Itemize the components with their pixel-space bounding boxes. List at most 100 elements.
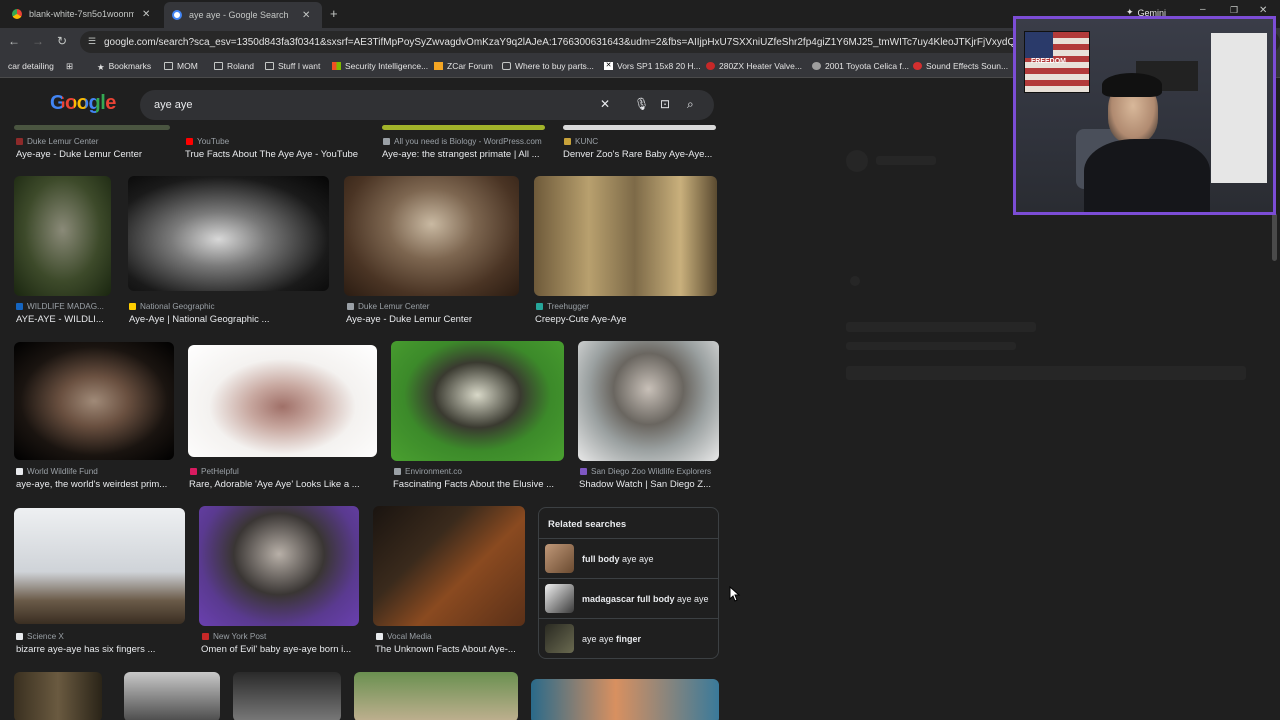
- bookmark-zcar[interactable]: ZCar Forum: [434, 61, 493, 71]
- new-tab-button[interactable]: +: [330, 6, 338, 21]
- result-title[interactable]: Aye-Aye | National Geographic ...: [129, 314, 329, 325]
- related-searches-heading: Related searches: [548, 519, 627, 530]
- google-favicon-icon: [172, 10, 182, 20]
- bookmark-roland[interactable]: Roland: [214, 61, 254, 71]
- image-result-thumbnail[interactable]: [14, 342, 174, 460]
- result-source[interactable]: Environment.co: [394, 467, 462, 476]
- search-icon[interactable]: ⌕: [687, 97, 694, 112]
- result-title[interactable]: Shadow Watch | San Diego Z...: [579, 479, 719, 490]
- door: [1211, 33, 1267, 183]
- result-source[interactable]: New York Post: [202, 632, 266, 641]
- result-source[interactable]: Vocal Media: [376, 632, 432, 641]
- image-result-thumbnail[interactable]: [188, 345, 377, 457]
- image-result-thumbnail[interactable]: [14, 176, 111, 296]
- close-tab-icon[interactable]: ✕: [142, 9, 150, 20]
- image-result-thumbnail[interactable]: [563, 125, 716, 130]
- bookmark-celica[interactable]: 2001 Toyota Celica f...: [812, 61, 909, 71]
- result-source[interactable]: Duke Lemur Center: [16, 137, 98, 146]
- result-source[interactable]: Science X: [16, 632, 64, 641]
- bookmark-where-to-buy[interactable]: Where to buy parts...: [502, 61, 594, 71]
- tab-blank-white[interactable]: blank-white-7sn5o1woonmklx ✕: [4, 4, 158, 24]
- clear-icon[interactable]: ✕: [600, 97, 610, 111]
- result-title[interactable]: Aye-aye: the strangest primate | All ...: [382, 149, 547, 160]
- result-title[interactable]: Aye-aye - Duke Lemur Center: [346, 314, 521, 325]
- scrollbar-thumb[interactable]: [1272, 213, 1277, 261]
- forward-icon[interactable]: →: [30, 34, 46, 48]
- close-window-icon[interactable]: ✕: [1259, 5, 1267, 16]
- image-result-thumbnail[interactable]: [531, 679, 719, 720]
- bookmark-car-detailing[interactable]: car detailing: [8, 61, 54, 71]
- restore-icon[interactable]: ❐: [1230, 5, 1238, 16]
- close-tab-icon[interactable]: ✕: [302, 10, 310, 21]
- apps-grid-icon[interactable]: ⊞: [66, 61, 73, 72]
- image-result-thumbnail[interactable]: [14, 672, 102, 720]
- result-title[interactable]: Fascinating Facts About the Elusive ...: [393, 479, 565, 490]
- folder-icon: [214, 62, 223, 70]
- image-result-thumbnail[interactable]: [373, 506, 525, 626]
- result-source[interactable]: Treehugger: [536, 302, 589, 311]
- natgeo-icon: [129, 303, 136, 310]
- tab-google-search[interactable]: aye aye - Google Search ✕: [164, 2, 322, 28]
- site-info-icon[interactable]: ☰: [88, 36, 96, 47]
- image-result-thumbnail[interactable]: [128, 176, 329, 291]
- result-source[interactable]: Duke Lemur Center: [347, 302, 429, 311]
- image-result-thumbnail[interactable]: [382, 125, 545, 130]
- result-title[interactable]: aye-aye, the world's weirdest prim...: [16, 479, 174, 490]
- image-result-thumbnail[interactable]: [233, 672, 341, 720]
- search-input[interactable]: aye aye ✕ 🎙 ⊡ ⌕: [140, 90, 714, 120]
- folder-icon: [164, 62, 173, 70]
- result-source[interactable]: WILDLIFE MADAG...: [16, 302, 104, 311]
- image-result-thumbnail[interactable]: [124, 672, 220, 720]
- image-result-thumbnail[interactable]: [344, 176, 519, 296]
- related-label: madagascar full body aye aye: [582, 594, 709, 604]
- related-search-item[interactable]: full body aye aye: [539, 538, 718, 578]
- star-icon: ★: [97, 62, 105, 72]
- result-title[interactable]: Aye-aye - Duke Lemur Center: [16, 149, 176, 160]
- result-source[interactable]: PetHelpful: [190, 467, 239, 476]
- image-result-thumbnail[interactable]: [354, 672, 518, 720]
- image-result-thumbnail[interactable]: [14, 125, 170, 130]
- related-label-bold: finger: [616, 633, 642, 644]
- result-title[interactable]: True Facts About The Aye Aye - YouTube: [185, 149, 375, 160]
- bookmark-security[interactable]: Security Intelligence...: [332, 61, 428, 71]
- image-result-thumbnail[interactable]: [391, 341, 564, 461]
- gemini-avatar-placeholder: [846, 150, 868, 172]
- bookmark-mom[interactable]: MOM: [164, 61, 198, 71]
- related-search-item[interactable]: madagascar full body aye aye: [539, 578, 718, 618]
- result-source[interactable]: KUNC: [564, 137, 598, 146]
- microphone-icon[interactable]: 🎙: [634, 97, 649, 111]
- result-source[interactable]: YouTube: [186, 137, 229, 146]
- image-result-thumbnail[interactable]: [199, 506, 359, 626]
- bookmark-stuff-i-want[interactable]: Stuff I want: [265, 61, 320, 71]
- minimize-icon[interactable]: –: [1200, 4, 1206, 15]
- wordpress-icon: [383, 138, 390, 145]
- site-favicon-icon: [16, 138, 23, 145]
- lens-camera-icon[interactable]: ⊡: [660, 97, 670, 111]
- youtube-icon: [186, 138, 193, 145]
- image-result-thumbnail[interactable]: [14, 508, 185, 624]
- reload-icon[interactable]: ↻: [54, 34, 70, 48]
- result-source[interactable]: World Wildlife Fund: [16, 467, 98, 476]
- result-title[interactable]: Rare, Adorable 'Aye Aye' Looks Like a ..…: [189, 479, 377, 490]
- bookmark-vors[interactable]: ✕ Vors SP1 15x8 20 H...: [604, 61, 701, 71]
- result-title[interactable]: bizarre aye-aye has six fingers ...: [16, 644, 186, 655]
- image-result-thumbnail[interactable]: [534, 176, 717, 296]
- related-searches-panel: Related searches full body aye aye madag…: [538, 507, 719, 659]
- result-title[interactable]: Omen of Evil' baby aye-aye born i...: [201, 644, 361, 655]
- image-result-thumbnail[interactable]: [578, 341, 719, 461]
- result-source[interactable]: National Geographic: [129, 302, 215, 311]
- bookmark-bookmarks[interactable]: ★ Bookmarks: [97, 61, 151, 72]
- bookmark-sound-effects[interactable]: Sound Effects Soun...: [913, 61, 1008, 71]
- result-title[interactable]: Creepy-Cute Aye-Aye: [535, 314, 715, 325]
- result-title[interactable]: The Unknown Facts About Aye-...: [375, 644, 525, 655]
- google-logo[interactable]: Google: [50, 92, 116, 115]
- result-source[interactable]: San Diego Zoo Wildlife Explorers: [580, 467, 711, 476]
- related-thumbnail: [545, 544, 574, 573]
- result-title[interactable]: AYE-AYE - WILDLI...: [16, 314, 112, 325]
- result-source[interactable]: All you need is Biology - WordPress.com: [383, 137, 542, 146]
- result-title[interactable]: Denver Zoo's Rare Baby Aye-Aye...: [563, 149, 718, 160]
- site-favicon-icon: [347, 303, 354, 310]
- back-icon[interactable]: ←: [6, 34, 22, 48]
- related-search-item[interactable]: aye aye finger: [539, 618, 718, 658]
- bookmark-280zx[interactable]: 280ZX Heater Valve...: [706, 61, 802, 71]
